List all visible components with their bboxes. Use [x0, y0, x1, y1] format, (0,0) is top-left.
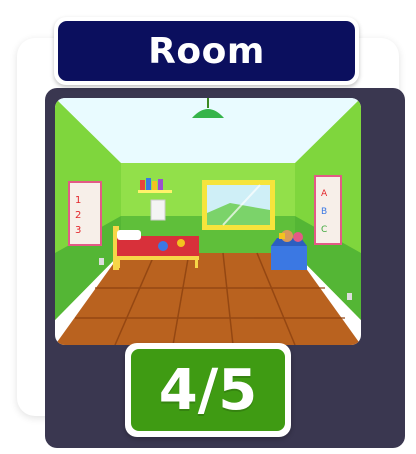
svg-text:C: C — [321, 225, 327, 235]
room-illustration-icon: 1 2 3 A B C — [55, 98, 361, 345]
title-banner-fill: Room — [58, 21, 355, 81]
card-title: Room — [148, 30, 265, 72]
svg-text:3: 3 — [75, 225, 81, 236]
svg-text:B: B — [321, 207, 327, 217]
title-banner: Room — [54, 17, 359, 85]
number-poster — [68, 181, 102, 246]
progress-counter: 4/5 — [158, 357, 258, 423]
toy-box — [271, 246, 307, 270]
progress-badge-fill: 4/5 — [131, 349, 285, 431]
room-picture[interactable]: 1 2 3 A B C — [55, 98, 361, 345]
svg-text:1: 1 — [75, 195, 81, 206]
progress-badge: 4/5 — [125, 343, 291, 437]
letter-poster — [314, 175, 342, 245]
svg-text:2: 2 — [75, 210, 81, 221]
svg-text:A: A — [321, 189, 328, 199]
